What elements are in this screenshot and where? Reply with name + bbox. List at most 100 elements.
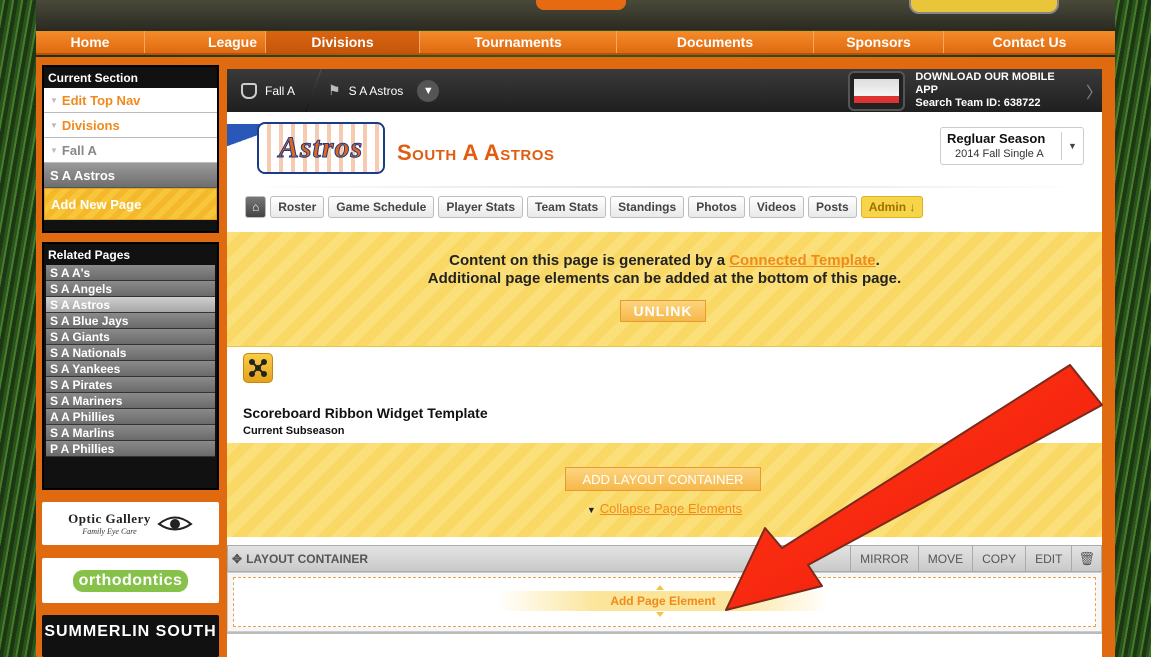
- related-page-item[interactable]: S A Angels: [46, 281, 215, 297]
- nav-item-sponsors[interactable]: Sponsors: [814, 31, 944, 53]
- breadcrumb-fall-a[interactable]: Fall A: [227, 82, 313, 99]
- triangle-down-icon: ▼: [586, 505, 596, 515]
- shield-icon: [241, 82, 257, 99]
- related-page-item[interactable]: A A Phillies: [46, 409, 215, 425]
- sidebar-item-label: Edit Top Nav: [61, 92, 141, 108]
- related-page-item-active[interactable]: S A Astros: [46, 297, 215, 313]
- related-page-item[interactable]: S A A's: [46, 265, 215, 281]
- related-page-item[interactable]: S A Nationals: [46, 345, 215, 361]
- tab-team-stats[interactable]: Team Stats: [527, 196, 607, 218]
- copy-button[interactable]: COPY: [972, 546, 1025, 571]
- nav-item-divisions[interactable]: Divisions: [266, 31, 420, 53]
- background-grass-left: [0, 0, 36, 657]
- sponsor-subtitle: Family Eye Care: [82, 527, 137, 536]
- breadcrumb-label: Fall A: [265, 83, 296, 98]
- divider: [245, 186, 1084, 188]
- layout-container-title[interactable]: ✥ LAYOUT CONTAINER: [232, 552, 368, 566]
- related-page-item[interactable]: P A Phillies: [46, 441, 215, 457]
- tab-posts[interactable]: Posts: [808, 196, 857, 218]
- nav-item-documents[interactable]: Documents: [617, 31, 814, 53]
- breadcrumb-s-a-astros[interactable]: ⚑ S A Astros ▼: [314, 79, 457, 102]
- layout-controls: ADD LAYOUT CONTAINER ▼ Collapse Page Elem…: [227, 443, 1102, 537]
- triangle-down-icon: ▼: [50, 120, 58, 130]
- current-section-title: Current Section: [48, 71, 139, 85]
- mirror-button[interactable]: MIRROR: [850, 546, 918, 571]
- pennant-icon: ⚑: [328, 82, 341, 98]
- collapse-page-elements-link[interactable]: ▼ Collapse Page Elements: [227, 501, 1102, 516]
- related-page-item[interactable]: S A Mariners: [46, 393, 215, 409]
- arrow-up-icon: [656, 585, 664, 590]
- nav-item-contact-us[interactable]: Contact Us: [944, 31, 1115, 53]
- tab-game-schedule[interactable]: Game Schedule: [328, 196, 435, 218]
- unlink-button[interactable]: UNLINK: [620, 300, 706, 322]
- chevron-right-icon: 〉: [1085, 84, 1102, 102]
- trash-icon[interactable]: 🗑: [1071, 546, 1101, 571]
- related-pages-title: Related Pages: [48, 248, 131, 262]
- add-layout-container-button[interactable]: ADD LAYOUT CONTAINER: [565, 467, 761, 491]
- main-nav: Home League Divisions Tournaments Docume…: [36, 31, 1115, 55]
- add-page-element-button[interactable]: Add Page Element: [498, 585, 828, 617]
- related-page-item[interactable]: S A Blue Jays: [46, 313, 215, 329]
- sponsor-title: orthodontics: [72, 569, 189, 592]
- tab-standings[interactable]: Standings: [610, 196, 685, 218]
- triangle-down-icon: ▼: [50, 95, 58, 105]
- connected-template-link[interactable]: Connected Template: [729, 252, 875, 269]
- sidebar-item-edit-top-nav[interactable]: ▼ Edit Top Nav: [44, 88, 217, 113]
- team-tabs: ⌂ Roster Game Schedule Player Stats Team…: [245, 196, 924, 218]
- connected-template-banner: Content on this page is generated by a C…: [227, 232, 1102, 347]
- phone-icon: [848, 70, 906, 111]
- network-nodes-icon: [243, 353, 273, 383]
- related-page-item[interactable]: S A Giants: [46, 329, 215, 345]
- related-page-item[interactable]: S A Pirates: [46, 377, 215, 393]
- content-footer-area: [227, 632, 1102, 657]
- nav-item-league[interactable]: League: [145, 31, 266, 53]
- season-title: Regluar Season: [947, 131, 1046, 146]
- sidebar-item-label: Fall A: [61, 142, 97, 158]
- sponsor-ad-orthodontics[interactable]: orthodontics: [42, 558, 219, 603]
- mobile-app-promo[interactable]: DOWNLOAD OUR MOBILE APP Search Team ID: …: [848, 69, 1102, 112]
- triangle-down-icon: ▼: [50, 145, 58, 155]
- promo-line-2: Search Team ID: 638722: [915, 97, 1041, 109]
- nav-item-home[interactable]: Home: [36, 31, 145, 53]
- tab-photos[interactable]: Photos: [688, 196, 745, 218]
- move-handle-icon[interactable]: ✥: [232, 552, 242, 566]
- layout-container-toolbar: ✥ LAYOUT CONTAINER MIRROR MOVE COPY EDIT…: [227, 545, 1102, 572]
- edit-button[interactable]: EDIT: [1025, 546, 1071, 571]
- dropdown-arrow-icon: ▼: [1061, 132, 1083, 160]
- eye-icon: [157, 516, 193, 530]
- season-selector[interactable]: Regluar Season 2014 Fall Single A ▼: [940, 127, 1084, 165]
- banner-line-2: Additional page elements can be added at…: [427, 270, 902, 287]
- sponsor-ad-optic-gallery[interactable]: Optic Gallery Family Eye Care: [42, 502, 219, 545]
- banner-line-1: Content on this page is generated by a C…: [449, 252, 880, 269]
- sponsor-title: Optic Gallery: [68, 511, 151, 526]
- sponsor-ad-summerlin[interactable]: SUMMERLIN SOUTH: [42, 615, 219, 657]
- tab-roster[interactable]: Roster: [270, 196, 325, 218]
- sidebar-item-s-a-astros[interactable]: S A Astros: [44, 163, 217, 188]
- related-page-item[interactable]: S A Marlins: [46, 425, 215, 441]
- header-logo-fragment: [536, 0, 626, 10]
- widget-template: Scoreboard Ribbon Widget Template Curren…: [227, 348, 1102, 443]
- sidebar-item-label: S A Astros: [50, 167, 116, 183]
- team-logo-text: Astros: [278, 131, 364, 165]
- sidebar-item-divisions[interactable]: ▼ Divisions: [44, 113, 217, 138]
- breadcrumb-label: S A Astros: [348, 83, 404, 98]
- related-page-item[interactable]: S A Yankees: [46, 361, 215, 377]
- move-button[interactable]: MOVE: [917, 546, 972, 571]
- tab-admin[interactable]: Admin ↓: [860, 196, 924, 218]
- sidebar-item-fall-a[interactable]: ▼ Fall A: [44, 138, 217, 163]
- tab-videos[interactable]: Videos: [748, 196, 804, 218]
- site-header-strip: [36, 0, 1115, 30]
- chevron-down-icon[interactable]: ▼: [417, 79, 440, 102]
- widget-title: Scoreboard Ribbon Widget Template: [243, 405, 488, 421]
- team-logo: Astros: [257, 122, 385, 174]
- tab-player-stats[interactable]: Player Stats: [438, 196, 524, 218]
- current-section-panel: Current Section ▼ Edit Top Nav ▼ Divisions…: [42, 65, 219, 233]
- team-header: Astros South A Astros Regluar Season 201…: [227, 112, 1102, 184]
- sidebar-item-label: Divisions: [61, 117, 120, 133]
- main-content: Fall A ⚑ S A Astros ▼ DOWNLOAD OUR MOBIL…: [227, 69, 1102, 657]
- add-new-page-button[interactable]: Add New Page: [44, 188, 217, 220]
- home-icon[interactable]: ⌂: [245, 196, 267, 218]
- page-title: South A Astros: [397, 140, 555, 165]
- sidebar-item-label: Add New Page: [51, 196, 142, 212]
- nav-item-tournaments[interactable]: Tournaments: [420, 31, 617, 53]
